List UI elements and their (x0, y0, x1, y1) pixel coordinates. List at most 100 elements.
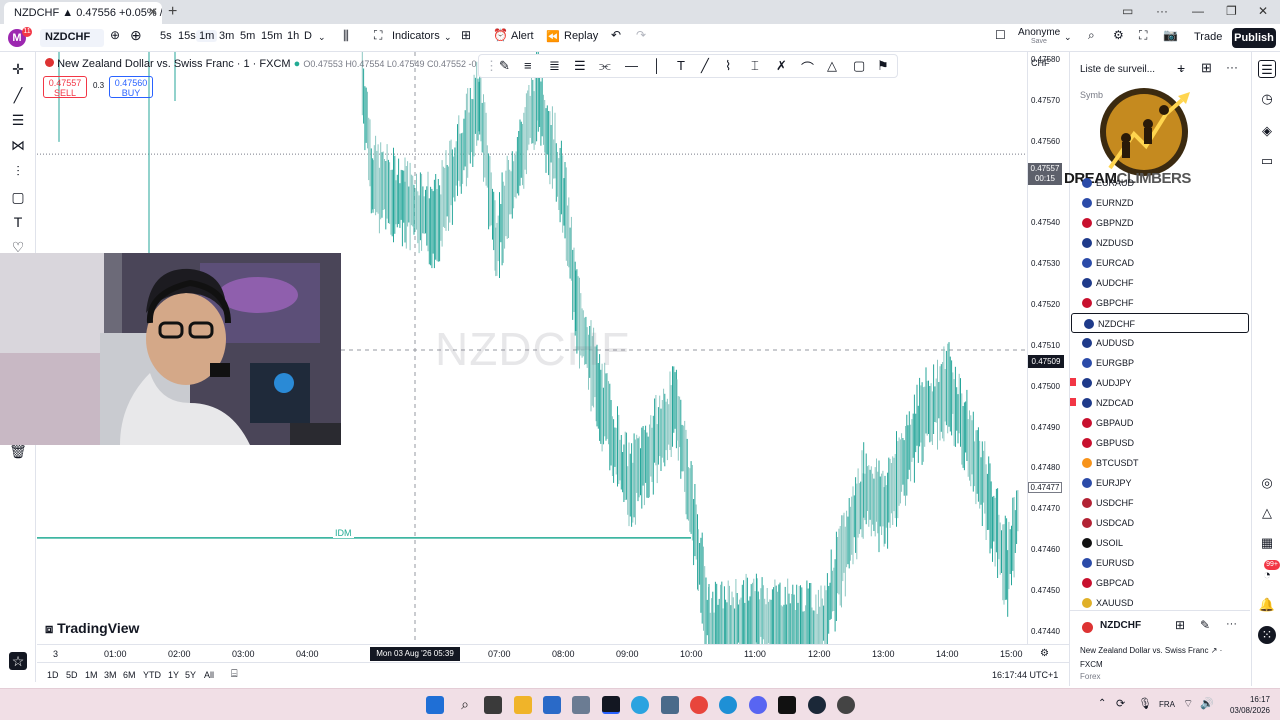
volume-icon[interactable]: 🔊 (1200, 697, 1214, 710)
flag-marker-icon[interactable]: ⚑ (877, 58, 889, 74)
trade-button[interactable]: Trade (1194, 31, 1222, 43)
watchlist-item[interactable]: AUDJPY (1070, 373, 1250, 393)
watchlist-item[interactable]: GBPCAD (1070, 573, 1250, 593)
text-icon[interactable]: T (9, 213, 27, 231)
watchlist-item[interactable]: NZDUSD (1070, 233, 1250, 253)
clock-timezone[interactable]: 16:17:44 UTC+1 (992, 670, 1058, 680)
undo-icon[interactable]: ↶ (611, 28, 621, 42)
chevron-up-icon[interactable]: ⌃ (1098, 698, 1106, 709)
store-icon[interactable] (543, 696, 561, 714)
symbol-search-button[interactable]: NZDCHF (40, 29, 104, 47)
horizontal-line-icon[interactable]: — (625, 58, 638, 73)
redo-icon[interactable]: ↷ (636, 28, 646, 42)
obs-icon[interactable] (837, 696, 855, 714)
vertical-line-icon[interactable]: │ (653, 58, 661, 73)
watchlist-item[interactable]: EURAUD (1070, 173, 1250, 193)
task-view-icon[interactable] (484, 696, 502, 714)
interval-5s[interactable]: 5s (160, 30, 172, 42)
interval-1m[interactable]: 1m (196, 30, 218, 42)
interval-15s[interactable]: 15s (178, 30, 196, 42)
trend-line-icon[interactable]: ╱ (9, 86, 27, 104)
advanced-view-icon[interactable]: ⊞ (1201, 60, 1212, 76)
capcut-icon[interactable] (778, 696, 796, 714)
alert-icon[interactable]: ⏰ (493, 28, 508, 42)
chevron-down-icon[interactable]: ⌄ (1064, 32, 1072, 43)
edit-icon[interactable]: ✎ (1200, 618, 1210, 632)
ideas-icon[interactable]: △ (1258, 504, 1276, 522)
forecast-icon[interactable]: ⫶ (9, 162, 27, 180)
start-windows-icon[interactable] (426, 696, 444, 714)
window-close-icon[interactable]: ✕ (1258, 4, 1268, 18)
interval-5m[interactable]: 5m (240, 30, 255, 42)
more-icon[interactable]: ··· (1156, 4, 1168, 18)
measure-icon[interactable]: ⌶ (751, 58, 759, 74)
watchlist-item[interactable]: EURCAD (1070, 253, 1250, 273)
steam-icon[interactable] (808, 696, 826, 714)
time-settings-icon[interactable]: ⚙ (1040, 648, 1049, 659)
new-tab-button[interactable]: + (168, 3, 177, 21)
range-1y[interactable]: 1Y (168, 670, 179, 680)
browser-tab[interactable]: NZDCHF ▲ 0.47556 +0.05% / Ano ✕ (4, 2, 162, 24)
watchlist-item[interactable]: EURNZD (1070, 193, 1250, 213)
fib-extension-icon[interactable]: ☰ (574, 58, 586, 74)
telegram-icon[interactable] (631, 696, 649, 714)
replay-button[interactable]: Replay (564, 30, 598, 42)
watchlist-item[interactable]: USDCHF (1070, 493, 1250, 513)
interval-d[interactable]: D (304, 30, 312, 42)
crosshair-icon[interactable]: ✛ (9, 60, 27, 78)
brush-icon[interactable]: ✎ (499, 58, 510, 74)
minimize-icon[interactable]: — (1192, 4, 1204, 18)
ray-icon[interactable]: ╱ (701, 58, 709, 74)
shapes-icon[interactable]: ▢ (9, 188, 27, 206)
apps-grid-icon[interactable]: ⁙ (1258, 626, 1276, 644)
watchlist-item[interactable]: NZDCHF (1071, 313, 1249, 333)
compare-icon[interactable]: ⊕ (130, 27, 142, 44)
interval-15m[interactable]: 15m (261, 30, 282, 42)
watchlist-item[interactable]: GBPUSD (1070, 433, 1250, 453)
path-icon[interactable]: ⌇ (725, 58, 731, 74)
pattern-icon[interactable]: ⋈ (9, 136, 27, 154)
detail-symbol[interactable]: NZDCHF (1100, 620, 1141, 631)
text-tool-icon[interactable]: T (677, 58, 685, 73)
grid-icon[interactable]: ⊞ (1175, 618, 1185, 632)
layers-icon[interactable]: ◈ (1258, 122, 1276, 140)
maximize-icon[interactable]: ❐ (1226, 4, 1237, 18)
curve-icon[interactable]: ⌒ (801, 58, 814, 77)
bell-icon[interactable]: 🔔 (1258, 596, 1276, 614)
fib-fan-icon[interactable]: ⫘ (599, 58, 611, 74)
time-axis[interactable]: 3 01:00 02:00 03:00 04:00 07:00 08:00 09:00 10:0… (37, 644, 1069, 662)
add-symbol-icon[interactable]: + (1177, 60, 1185, 76)
idm-line-label[interactable]: IDM (333, 528, 354, 538)
cross-line-icon[interactable]: ✗ (776, 58, 787, 74)
range-3m[interactable]: 3M (104, 670, 117, 680)
range-ytd[interactable]: YTD (143, 670, 161, 680)
goto-date-icon[interactable]: ⌸ (231, 668, 238, 681)
range-all[interactable]: All (204, 670, 214, 680)
sync-icon[interactable]: ⟳ (1116, 697, 1125, 710)
files-icon[interactable] (661, 696, 679, 714)
fullscreen-icon[interactable]: ⛶ (1139, 28, 1147, 43)
watchlist-item[interactable]: EURUSD (1070, 553, 1250, 573)
chevron-down-icon[interactable]: ⌄ (318, 32, 326, 43)
watchlist-item[interactable]: GBPCHF (1070, 293, 1250, 313)
watchlist-title[interactable]: Liste de surveil... (1080, 64, 1155, 75)
fib-icon[interactable]: ☰ (9, 111, 27, 129)
network-icon[interactable]: ⌔ (1183, 697, 1193, 711)
indicators-button[interactable]: Indicators (392, 30, 440, 42)
triangle-icon[interactable]: △ (827, 58, 837, 74)
discord-icon[interactable] (749, 696, 767, 714)
fib-retracement-icon[interactable]: ≣ (549, 58, 560, 74)
chrome-icon[interactable] (690, 696, 708, 714)
camera-icon[interactable]: 📷 (1163, 28, 1178, 42)
system-clock[interactable]: 16:17 03/08/2026 (1220, 694, 1270, 716)
watchlist-icon[interactable]: ☰ (1258, 60, 1276, 78)
drag-handle-icon[interactable]: ⋮ (485, 58, 498, 74)
fullscreen-box-icon[interactable]: ☐ (995, 28, 1006, 42)
price-axis[interactable]: CHF 0.475800.475700.475600.475500.475400… (1027, 52, 1069, 644)
tradingview-app-icon[interactable] (602, 696, 620, 714)
watchlist-item[interactable]: BTCUSDT (1070, 453, 1250, 473)
watchlist-item[interactable]: GBPNZD (1070, 213, 1250, 233)
alerts-clock-icon[interactable]: ◷ (1258, 90, 1276, 108)
chevron-down-icon[interactable]: ⌄ (444, 32, 452, 43)
settings-app-icon[interactable] (572, 696, 590, 714)
